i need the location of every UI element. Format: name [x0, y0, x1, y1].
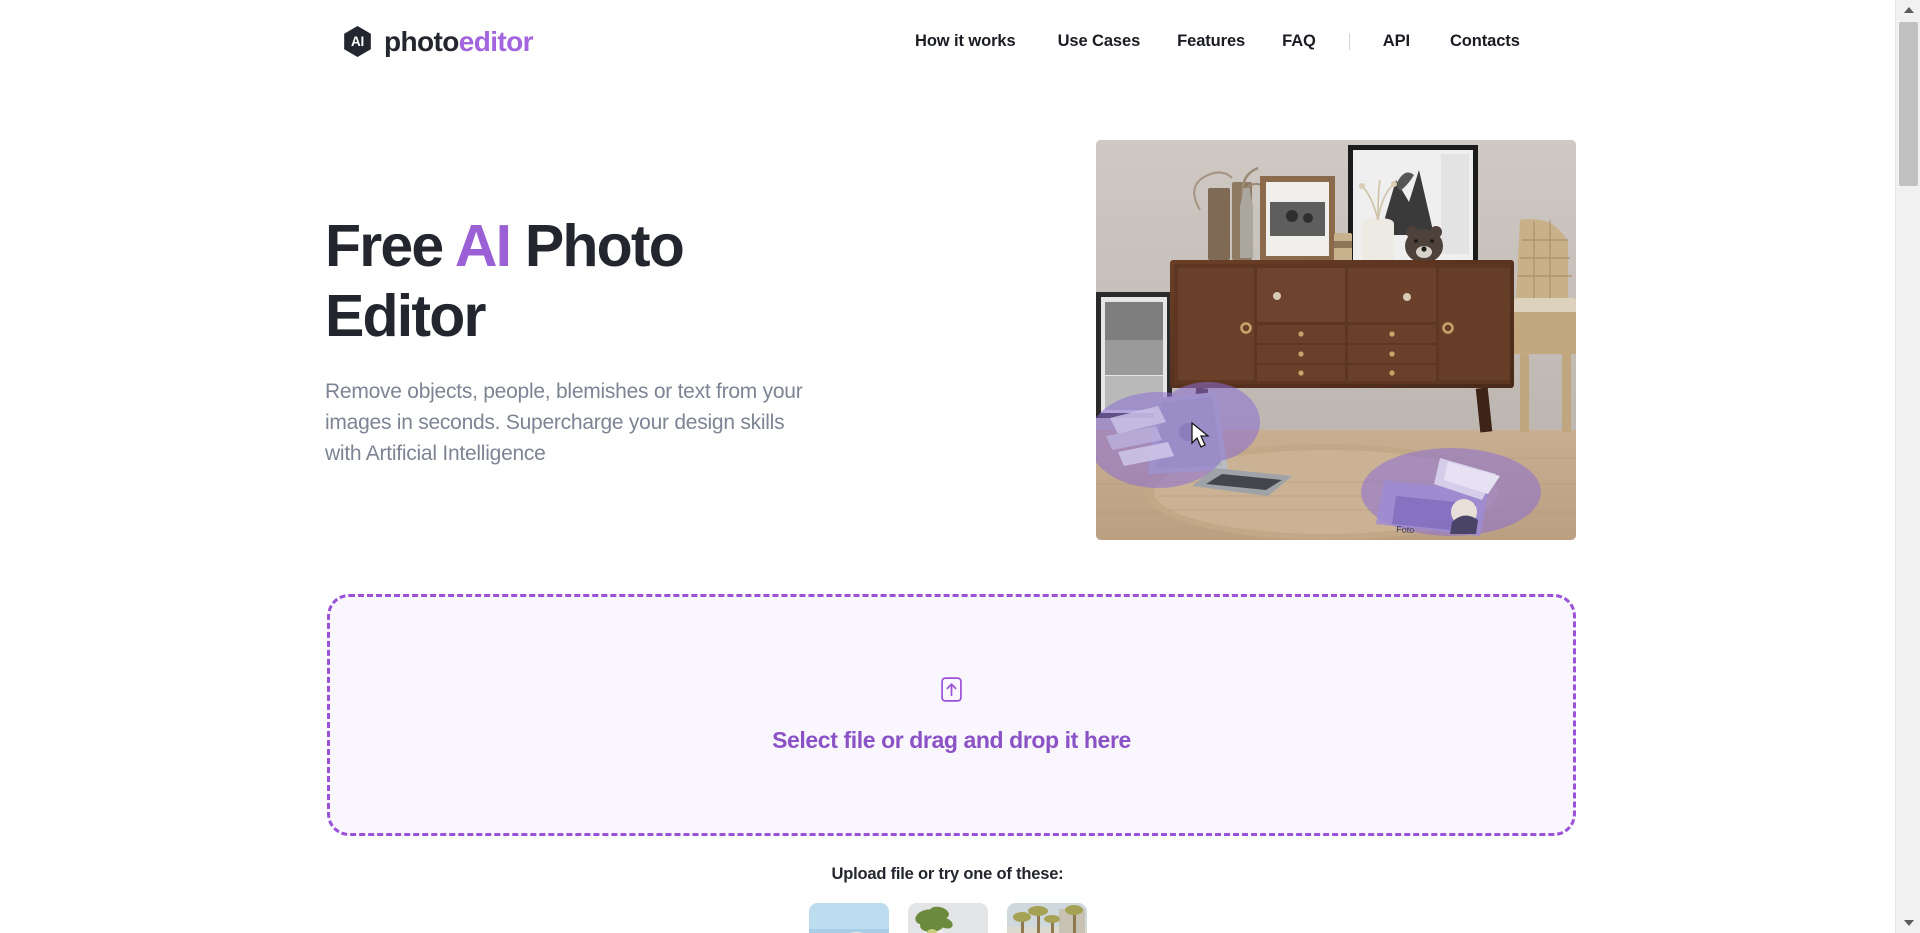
- nav-divider: [1348, 33, 1350, 51]
- page-scrollbar[interactable]: [1895, 0, 1920, 933]
- sample-thumbnails: [0, 903, 1895, 933]
- logo-badge-text: AI: [351, 33, 364, 49]
- hero-title-accent: AI: [454, 213, 512, 279]
- logo-word-editor: editor: [458, 25, 534, 57]
- nav-item-faq[interactable]: FAQ: [1282, 30, 1316, 53]
- nav-item-api[interactable]: API: [1383, 30, 1410, 53]
- hero-text-block: Free AI Photo Editor Remove objects, peo…: [325, 212, 845, 470]
- thumbnail-palm-street[interactable]: [1006, 903, 1087, 933]
- page-root: AI photoeditor How it works Use Cases Fe…: [0, 0, 1920, 933]
- nav-item-use-cases[interactable]: Use Cases: [1058, 30, 1141, 53]
- nav-item-contacts[interactable]: Contacts: [1450, 30, 1520, 53]
- file-dropzone[interactable]: Select file or drag and drop it here: [327, 594, 1576, 836]
- main-navigation: How it works Use Cases Features FAQ API …: [915, 30, 1520, 53]
- dropzone-label: Select file or drag and drop it here: [772, 726, 1131, 753]
- svg-text:Foto: Foto: [1396, 524, 1415, 535]
- hero-title-part1: Free: [325, 213, 455, 279]
- hero-subtitle: Remove objects, people, blemishes or tex…: [325, 380, 803, 465]
- scrollbar-thumb[interactable]: [1899, 22, 1918, 186]
- hero-image-illustration: Foto: [1096, 140, 1576, 540]
- logo-wordmark: photoeditor: [384, 25, 534, 57]
- nav-item-how-it-works[interactable]: How it works: [915, 30, 1016, 53]
- thumbnail-plant-on-wall[interactable]: [907, 903, 988, 933]
- thumbnail-woman-and-seagull[interactable]: [808, 903, 889, 933]
- scroll-down-arrow-icon[interactable]: [1896, 913, 1920, 933]
- logo[interactable]: AI photoeditor: [342, 25, 534, 57]
- hero-image: Foto: [1096, 140, 1576, 540]
- logo-word-photo: photo: [384, 25, 459, 57]
- scroll-up-arrow-icon[interactable]: [1896, 0, 1920, 20]
- samples-label: Upload file or try one of these:: [831, 865, 1064, 883]
- site-header: AI photoeditor How it works Use Cases Fe…: [0, 0, 1895, 92]
- nav-item-features[interactable]: Features: [1177, 30, 1245, 53]
- logo-badge-icon: AI: [344, 26, 371, 57]
- file-upload-icon: [941, 676, 962, 707]
- page-title: Free AI Photo Editor: [325, 212, 845, 351]
